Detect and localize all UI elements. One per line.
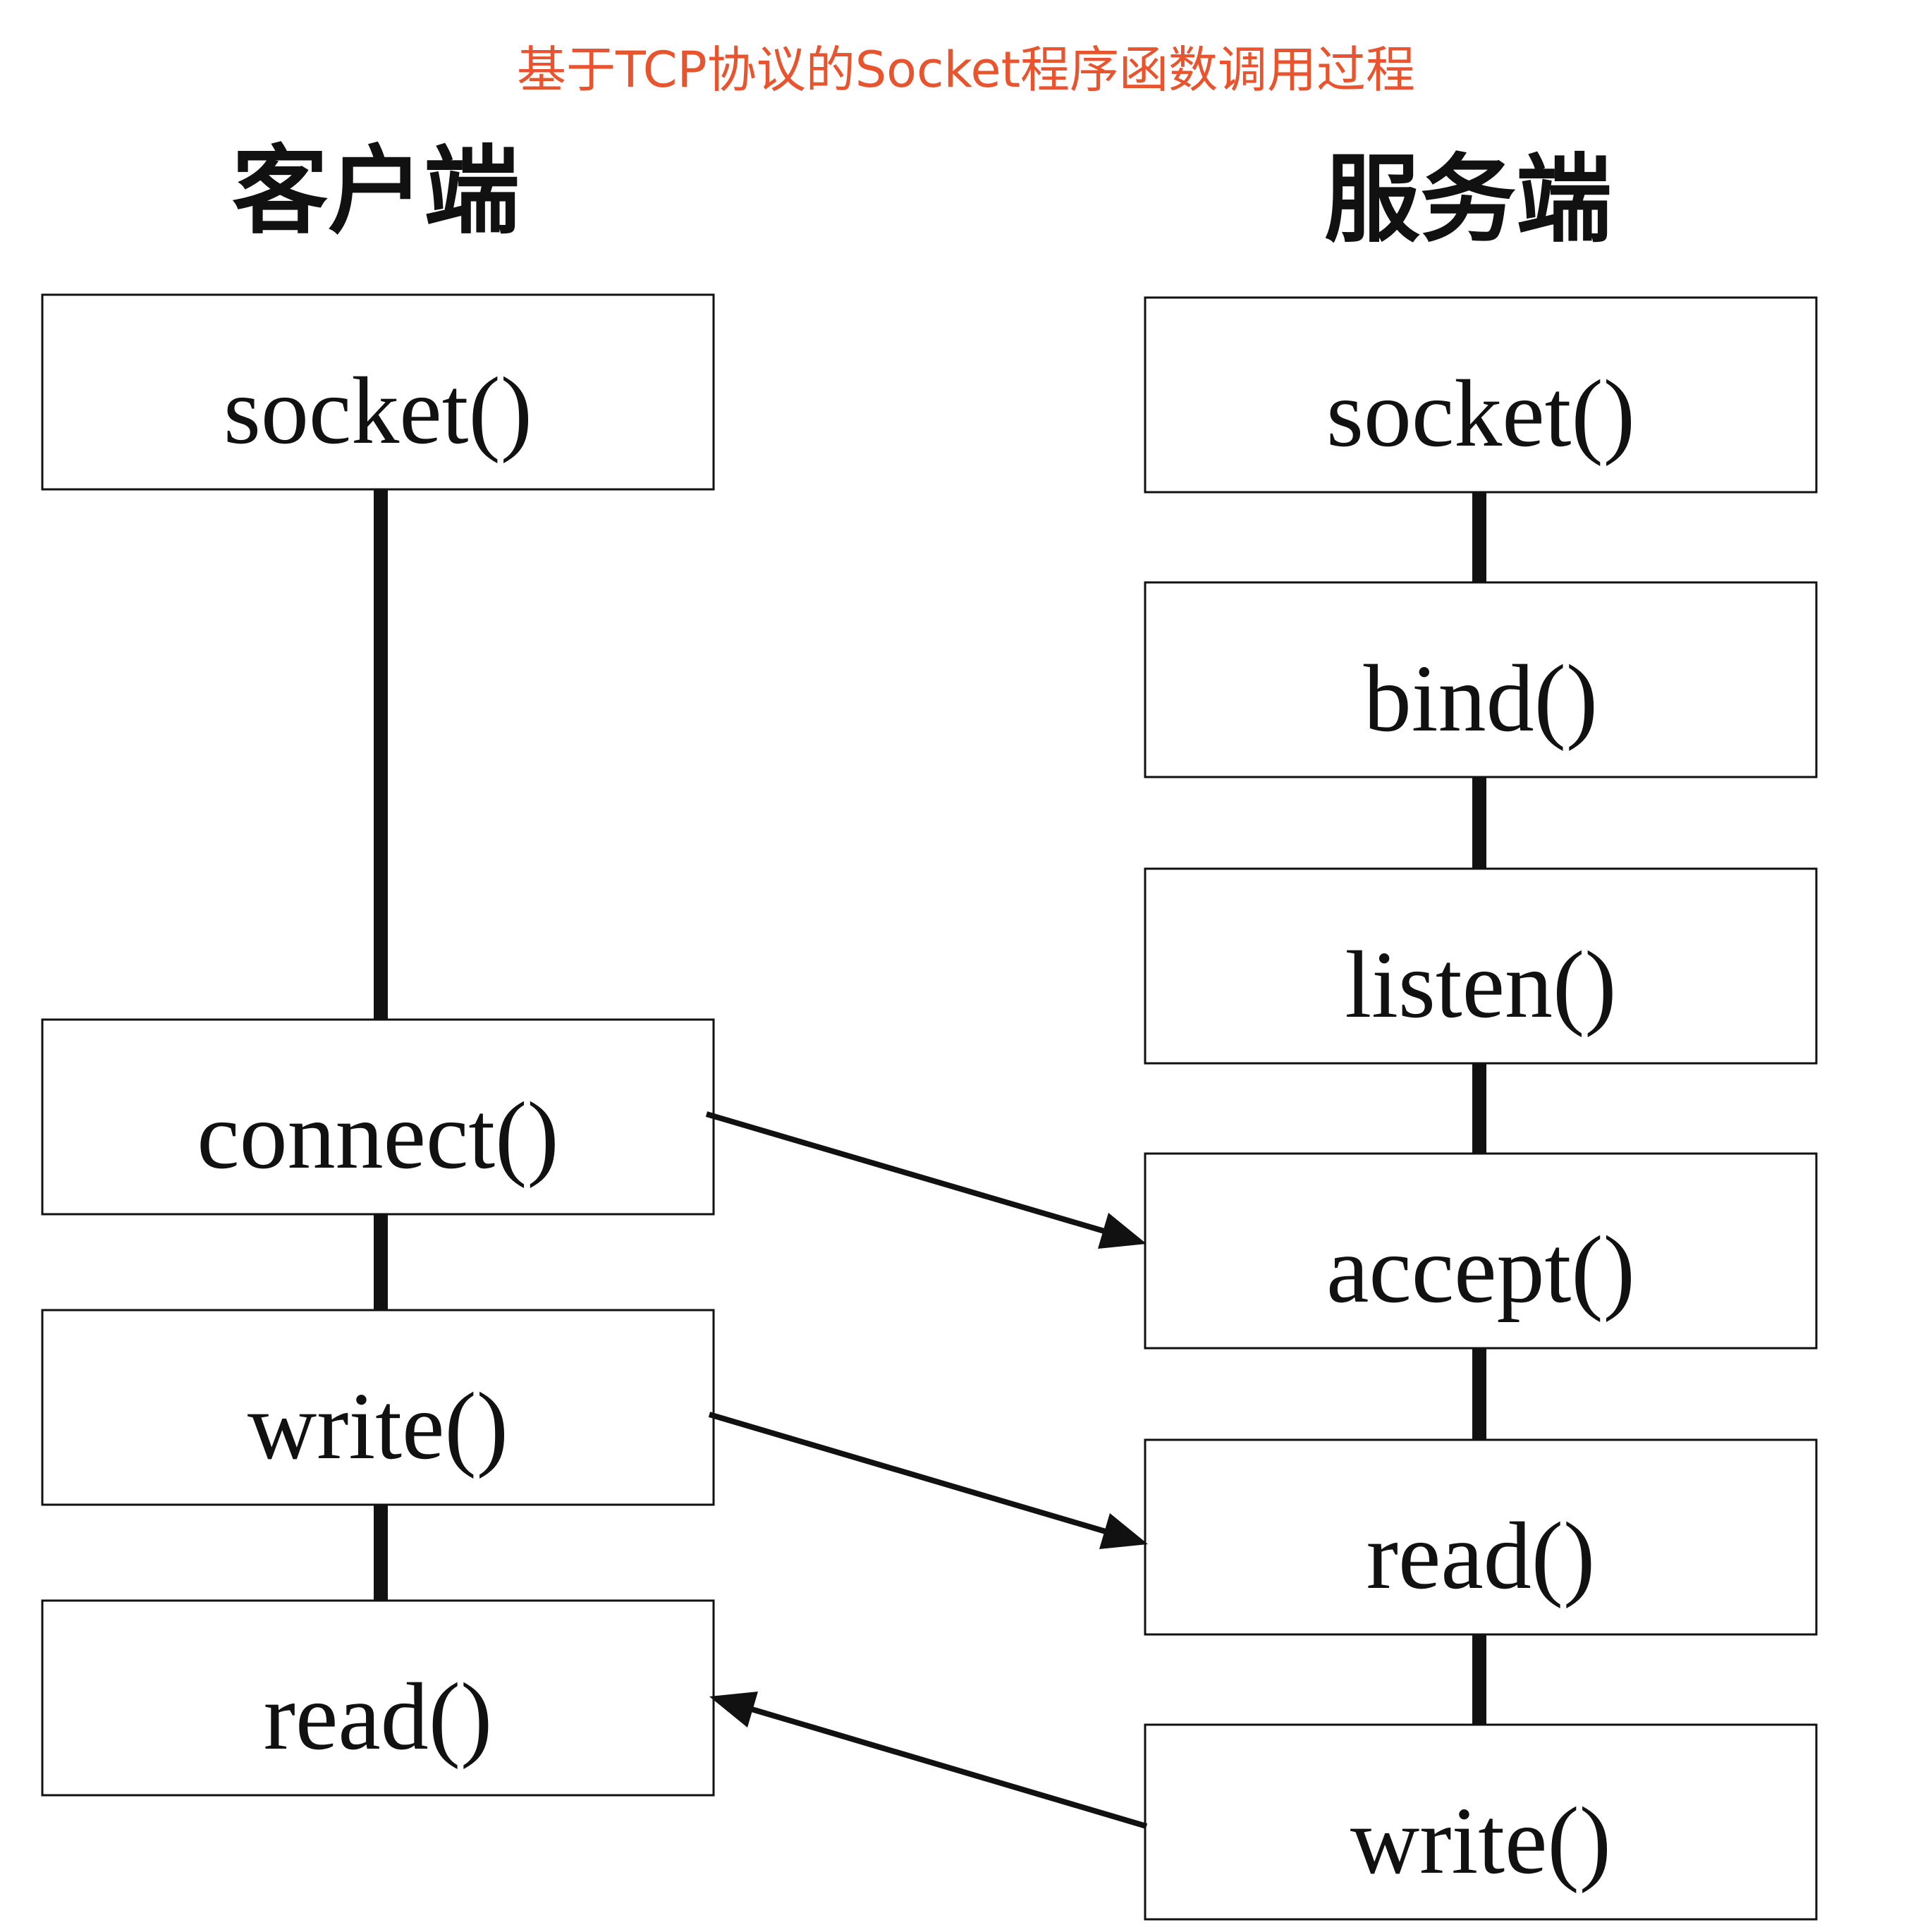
server-step-read: read() (1144, 1438, 1818, 1636)
server-title: 服务端 (1324, 145, 1612, 256)
arrow-connect-to-accept-head (1098, 1213, 1147, 1249)
server-read-label: read() (1367, 1503, 1596, 1609)
client-connect-label: connect() (197, 1083, 558, 1189)
server-accept-label: accept() (1326, 1217, 1635, 1323)
arrow-write-to-read (708, 1412, 1148, 1549)
server-write-label: write() (1350, 1788, 1611, 1894)
server-step-write: write() (1144, 1723, 1818, 1921)
arrow-server-write-to-client-read-head (709, 1692, 758, 1728)
arrow-connect-to-accept (705, 1111, 1147, 1249)
client-step-connect: connect() (41, 1018, 715, 1216)
page-title: 基于TCP协议的Socket程序函数调用过程 (517, 41, 1415, 99)
server-socket-label: socket() (1326, 361, 1635, 467)
tcp-socket-diagram: 基于TCP协议的Socket程序函数调用过程 客户端 服务端 socket() … (41, 41, 1818, 1921)
server-step-accept: accept() (1144, 1152, 1818, 1350)
client-title: 客户端 (232, 136, 520, 247)
server-step-socket: socket() (1144, 296, 1818, 494)
server-step-listen: listen() (1144, 867, 1818, 1065)
client-step-read: read() (41, 1599, 715, 1797)
server-listen-label: listen() (1345, 932, 1616, 1038)
client-step-write: write() (41, 1309, 715, 1506)
client-step-socket: socket() (41, 293, 715, 491)
client-read-label: read() (264, 1664, 493, 1770)
server-bind-label: bind() (1364, 646, 1598, 752)
arrow-write-to-read-head (1099, 1513, 1148, 1549)
client-write-label: write() (247, 1374, 508, 1479)
server-step-bind: bind() (1144, 581, 1818, 778)
arrow-server-write-to-client-read (709, 1692, 1148, 1829)
client-socket-label: socket() (224, 358, 532, 464)
